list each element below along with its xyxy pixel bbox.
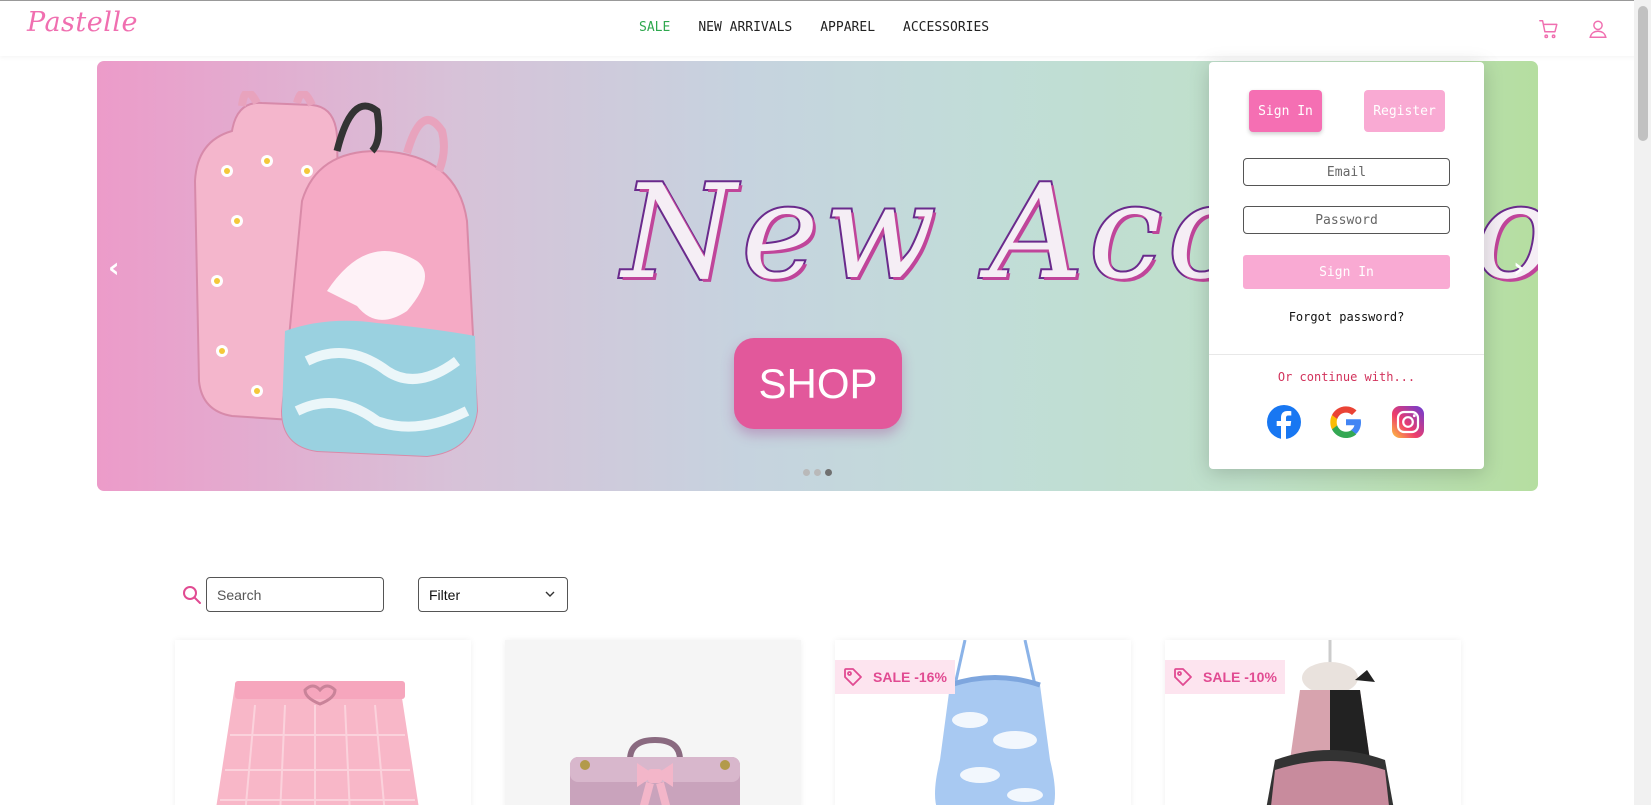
search-icon[interactable] — [182, 585, 202, 605]
nav-sale[interactable]: SALE — [639, 20, 670, 35]
sale-badge: SALE -16% — [835, 660, 955, 694]
register-tab-button[interactable]: Register — [1364, 90, 1445, 132]
nav-new-arrivals[interactable]: NEW ARRIVALS — [698, 20, 792, 35]
sale-badge: SALE -10% — [1165, 660, 1285, 694]
product-card[interactable]: SALE -10% — [1165, 640, 1461, 805]
instagram-icon[interactable] — [1390, 404, 1426, 440]
carousel-next-button[interactable]: › — [1513, 251, 1525, 284]
product-card[interactable] — [175, 640, 471, 805]
google-icon[interactable] — [1328, 404, 1364, 440]
tag-icon — [1174, 668, 1192, 686]
nav-accessories[interactable]: ACCESSORIES — [903, 20, 989, 35]
nav-apparel[interactable]: APPAREL — [820, 20, 875, 35]
carousel-prev-button[interactable]: ‹ — [108, 251, 120, 284]
email-field[interactable] — [1243, 158, 1450, 186]
cart-icon[interactable] — [1538, 18, 1560, 40]
carousel-dot-1[interactable] — [803, 469, 810, 476]
product-image — [570, 736, 740, 805]
sale-badge-label: SALE -10% — [1203, 669, 1277, 685]
backpacks-image — [193, 91, 479, 458]
password-field[interactable] — [1243, 206, 1450, 234]
signin-submit-button[interactable]: Sign In — [1243, 255, 1450, 289]
product-card[interactable]: SALE -16% — [835, 640, 1131, 805]
signin-tab-button[interactable]: Sign In — [1249, 90, 1322, 132]
top-navbar: Pastelle SALE NEW ARRIVALS APPAREL ACCES… — [0, 0, 1651, 56]
user-icon[interactable] — [1587, 18, 1609, 40]
sale-badge-label: SALE -16% — [873, 669, 947, 685]
auth-panel: Sign In Register Sign In Forgot password… — [1209, 62, 1484, 469]
product-image — [216, 681, 419, 805]
main-nav: SALE NEW ARRIVALS APPAREL ACCESSORIES — [639, 20, 1017, 35]
filter-select[interactable]: Filter — [418, 577, 568, 612]
search-input[interactable] — [206, 577, 384, 612]
tag-icon — [844, 668, 862, 686]
forgot-password-link[interactable]: Forgot password? — [1209, 310, 1484, 324]
facebook-icon[interactable] — [1266, 404, 1302, 440]
brand-logo[interactable]: Pastelle — [27, 7, 138, 38]
scrollbar-thumb[interactable] — [1638, 6, 1648, 141]
continue-with-label: Or continue with... — [1277, 370, 1416, 384]
page-scrollbar[interactable] — [1634, 0, 1651, 805]
panel-divider — [1209, 354, 1484, 355]
carousel-dot-3[interactable] — [825, 469, 832, 476]
carousel-dot-2[interactable] — [814, 469, 821, 476]
carousel-dots — [803, 469, 832, 476]
shop-button[interactable]: SHOP — [734, 338, 902, 429]
product-card[interactable] — [505, 640, 801, 805]
chevron-down-icon — [545, 591, 555, 597]
filter-value: Filter — [429, 586, 461, 603]
